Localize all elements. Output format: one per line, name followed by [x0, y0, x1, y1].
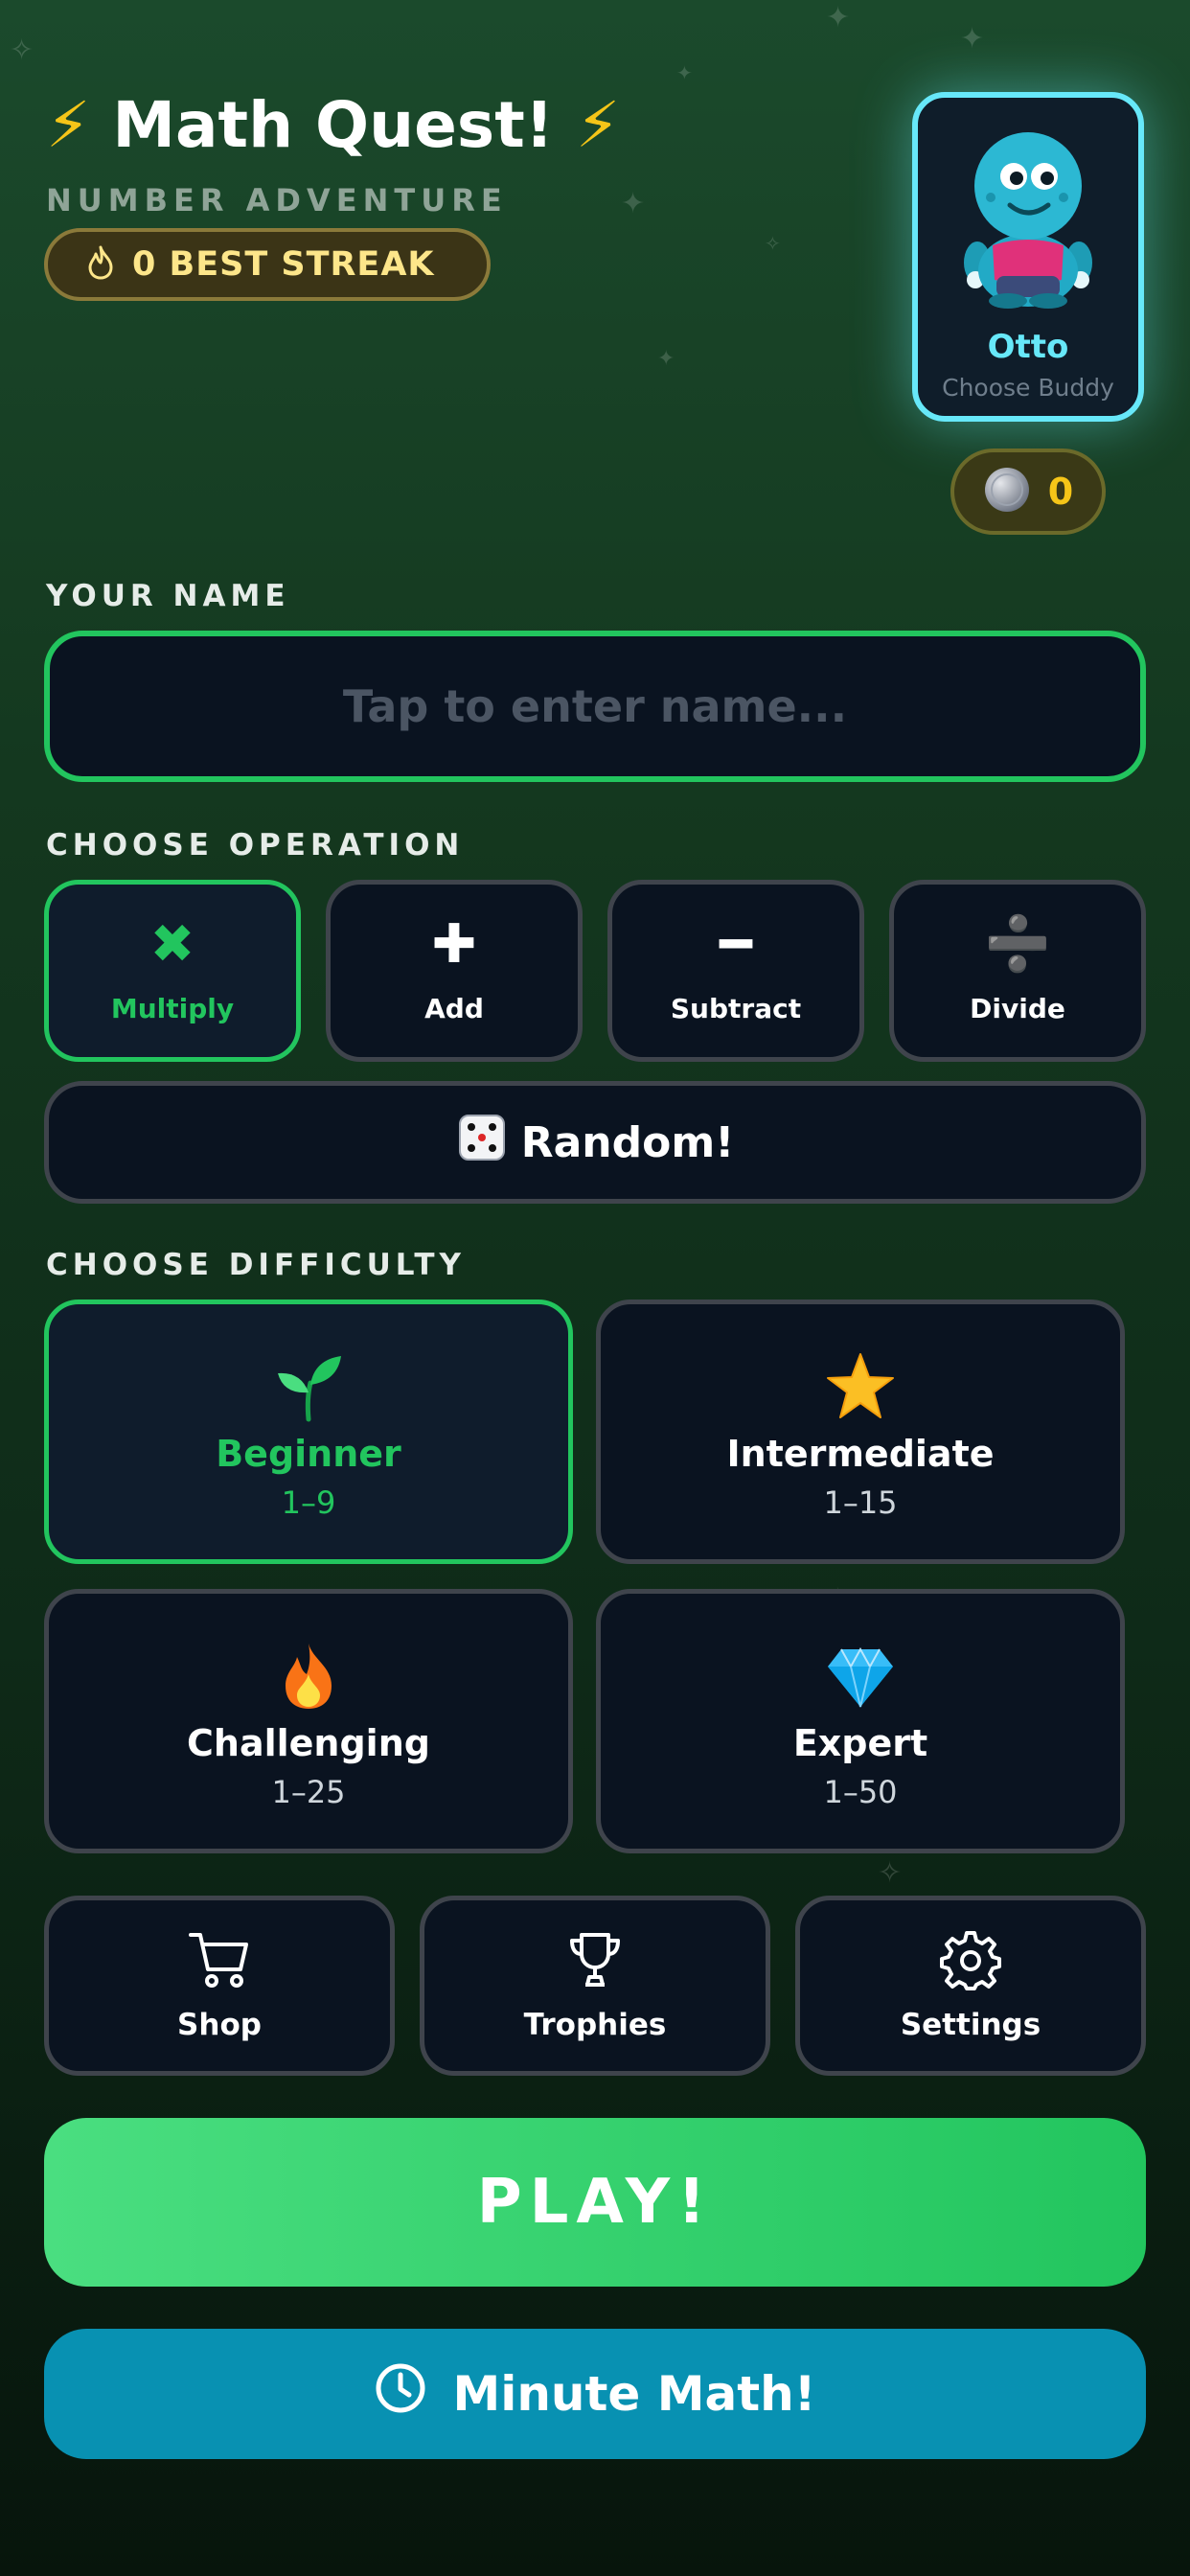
- divide-icon: ➗: [984, 912, 1051, 976]
- choose-operation-label: CHOOSE OPERATION: [46, 828, 465, 862]
- trophies-label: Trophies: [523, 2008, 667, 2042]
- your-name-label: YOUR NAME: [46, 579, 290, 613]
- difficulty-name: Intermediate: [726, 1433, 995, 1475]
- gear-icon: [940, 1929, 1001, 1994]
- operation-add-button[interactable]: ✚ Add: [326, 880, 583, 1062]
- coin-balance: 0: [950, 448, 1106, 535]
- shop-label: Shop: [177, 2008, 262, 2042]
- buddy-avatar: [964, 132, 1092, 309]
- settings-button[interactable]: Settings: [795, 1896, 1146, 2076]
- difficulty-beginner-button[interactable]: Beginner 1–9: [44, 1300, 573, 1564]
- shopping-cart-icon: [187, 1929, 252, 1994]
- operation-label: Multiply: [110, 992, 235, 1024]
- difficulty-range: 1–25: [271, 1774, 346, 1810]
- operation-subtract-button[interactable]: ━ Subtract: [607, 880, 864, 1062]
- sparkle-icon: ✧: [878, 1856, 903, 1890]
- lightning-bolt-icon: ⚡: [575, 88, 621, 162]
- difficulty-name: Challenging: [187, 1722, 430, 1764]
- fire-icon: [272, 1640, 345, 1713]
- difficulty-name: Expert: [792, 1722, 928, 1764]
- flame-icon: [86, 245, 115, 284]
- play-button[interactable]: PLAY!: [44, 2118, 1146, 2287]
- operation-multiply-button[interactable]: ✖ Multiply: [44, 880, 301, 1062]
- app-subtitle: NUMBER ADVENTURE: [46, 182, 508, 218]
- clock-icon: [374, 2361, 427, 2426]
- star-icon: [824, 1350, 897, 1423]
- choose-difficulty-label: CHOOSE DIFFICULTY: [46, 1248, 466, 1282]
- buddy-card[interactable]: Otto Choose Buddy: [912, 92, 1144, 422]
- name-field-container: [44, 631, 1146, 782]
- random-operation-button[interactable]: Random!: [44, 1081, 1146, 1204]
- choose-buddy-label: Choose Buddy: [942, 374, 1114, 402]
- sparkle-icon: ✧: [765, 232, 781, 255]
- coin-icon: [983, 466, 1031, 518]
- buddy-name: Otto: [987, 328, 1069, 366]
- difficulty-range: 1–15: [823, 1484, 898, 1521]
- lightning-bolt-icon: ⚡: [46, 88, 91, 162]
- sparkle-icon: ✧: [10, 34, 34, 67]
- trophies-button[interactable]: Trophies: [420, 1896, 770, 2076]
- trophy-icon: [564, 1929, 626, 1994]
- difficulty-range: 1–50: [823, 1774, 898, 1810]
- minus-icon: ━: [720, 912, 752, 976]
- minute-math-button[interactable]: Minute Math!: [44, 2329, 1146, 2459]
- operation-label: Subtract: [670, 992, 802, 1024]
- app-title-text: Math Quest!: [112, 88, 554, 162]
- operation-divide-button[interactable]: ➗ Divide: [889, 880, 1146, 1062]
- sparkle-icon: ✦: [657, 347, 675, 371]
- best-streak-badge: 0 BEST STREAK: [44, 228, 491, 301]
- sparkle-icon: ✦: [676, 61, 693, 84]
- seedling-icon: [272, 1350, 345, 1423]
- difficulty-expert-button[interactable]: Expert 1–50: [596, 1589, 1125, 1853]
- plus-icon: ✚: [431, 912, 477, 976]
- dice-icon: [456, 1112, 508, 1174]
- shop-button[interactable]: Shop: [44, 1896, 395, 2076]
- difficulty-name: Beginner: [216, 1433, 401, 1475]
- difficulty-range: 1–9: [281, 1484, 336, 1521]
- best-streak-label: 0 BEST STREAK: [132, 245, 435, 284]
- settings-label: Settings: [900, 2008, 1041, 2042]
- minute-math-label: Minute Math!: [452, 2366, 816, 2422]
- gem-icon: [824, 1640, 897, 1713]
- multiply-icon: ✖: [149, 912, 195, 976]
- operation-label: Divide: [970, 992, 1065, 1024]
- difficulty-intermediate-button[interactable]: Intermediate 1–15: [596, 1300, 1125, 1564]
- sparkle-icon: ✦: [960, 22, 985, 56]
- coin-count: 0: [1047, 471, 1074, 513]
- sparkle-icon: ✦: [826, 1, 851, 34]
- app-title: ⚡ Math Quest! ⚡: [46, 88, 620, 162]
- operation-label: Add: [424, 992, 484, 1024]
- name-input[interactable]: [50, 679, 1140, 733]
- random-label: Random!: [520, 1117, 735, 1167]
- sparkle-icon: ✦: [621, 187, 646, 220]
- difficulty-challenging-button[interactable]: Challenging 1–25: [44, 1589, 573, 1853]
